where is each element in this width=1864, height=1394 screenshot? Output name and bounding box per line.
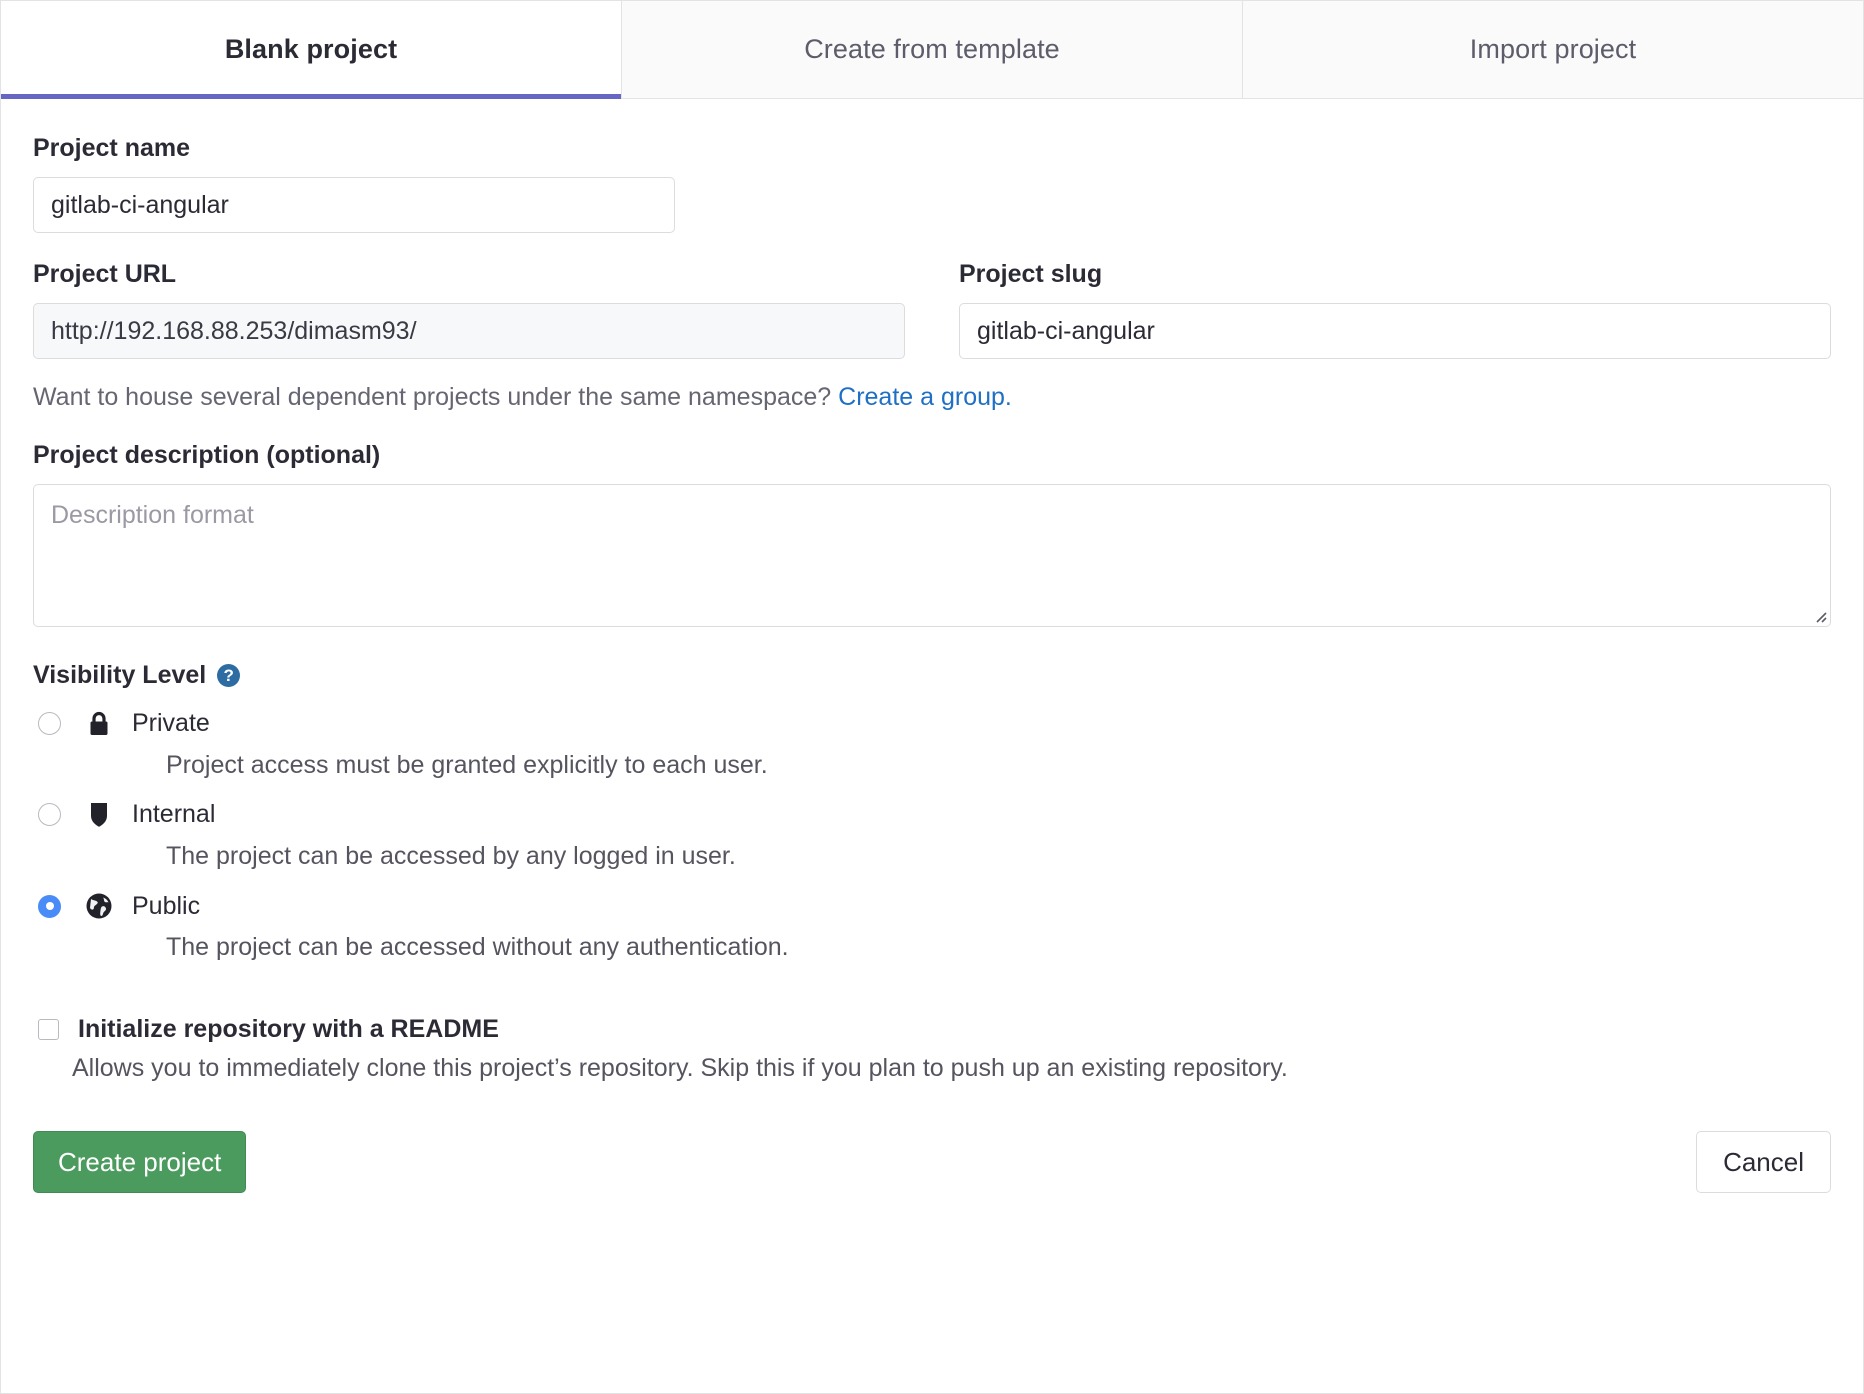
initialize-readme-description: Allows you to immediately clone this pro…	[72, 1054, 1288, 1083]
visibility-option-public-description: The project can be accessed without any …	[166, 933, 789, 961]
project-url-group: Project URL http://192.168.88.253/dimasm…	[33, 259, 905, 359]
project-description-textarea[interactable]	[33, 483, 1831, 627]
lock-icon	[85, 709, 113, 739]
tab-import-project-label: Import project	[1469, 34, 1637, 64]
radio-internal[interactable]	[38, 803, 61, 827]
visibility-level-heading: Visibility Level ?	[33, 661, 1831, 690]
namespace-hint: Want to house several dependent projects…	[33, 381, 1831, 414]
visibility-option-public-label: Public	[132, 891, 201, 920]
tab-create-from-template[interactable]: Create from template	[622, 1, 1243, 98]
initialize-readme-label: Initialize repository with a README	[78, 1015, 499, 1044]
radio-private[interactable]	[38, 712, 61, 735]
shield-icon	[85, 800, 113, 830]
create-project-card: Blank project Create from template Impor…	[0, 0, 1864, 1394]
project-slug-input[interactable]	[959, 303, 1831, 359]
project-name-input[interactable]	[33, 177, 675, 233]
tab-blank-project-label: Blank project	[224, 34, 398, 64]
project-description-label: Project description (optional)	[33, 440, 381, 469]
namespace-hint-text: Want to house several dependent projects…	[33, 383, 832, 411]
project-description-wrapper	[33, 483, 1831, 627]
create-a-group-link[interactable]: Create a group.	[838, 383, 1012, 411]
visibility-option-private-label: Private	[132, 709, 210, 737]
form-actions: Create project Cancel	[33, 1130, 1831, 1229]
project-type-tabs: Blank project Create from template Impor…	[1, 1, 1863, 99]
project-form: Project name Project URL http://192.168.…	[1, 99, 1863, 1393]
initialize-readme-group: Initialize repository with a README Allo…	[33, 1015, 1831, 1084]
project-url-input[interactable]: http://192.168.88.253/dimasm93/	[33, 303, 905, 359]
visibility-option-internal-description: The project can be accessed by any logge…	[166, 841, 736, 870]
question-mark-circle-icon[interactable]: ?	[217, 663, 241, 687]
initialize-readme-row[interactable]: Initialize repository with a README	[33, 1015, 1831, 1044]
checkbox-initialize-readme[interactable]	[38, 1019, 59, 1041]
radio-public[interactable]	[38, 894, 61, 918]
tab-create-from-template-label: Create from template	[804, 34, 1060, 64]
visibility-level-title: Visibility Level	[33, 660, 207, 689]
create-project-button[interactable]: Create project	[33, 1130, 247, 1193]
visibility-option-public[interactable]: Public The project can be accessed witho…	[33, 888, 1831, 963]
project-url-label: Project URL	[33, 260, 177, 288]
tab-import-project[interactable]: Import project	[1243, 1, 1863, 98]
visibility-option-private[interactable]: Private Project access must be granted e…	[33, 706, 1831, 781]
project-description-group: Project description (optional)	[33, 440, 1831, 627]
globe-icon	[85, 891, 113, 921]
project-slug-group: Project slug	[959, 259, 1831, 359]
visibility-option-internal-label: Internal	[132, 800, 216, 829]
tab-blank-project[interactable]: Blank project	[1, 1, 622, 99]
project-name-label: Project name	[33, 134, 191, 162]
url-slug-row: Project URL http://192.168.88.253/dimasm…	[33, 259, 1831, 359]
project-slug-label: Project slug	[959, 260, 1103, 288]
cancel-button[interactable]: Cancel	[1696, 1130, 1831, 1193]
visibility-option-private-description: Project access must be granted explicitl…	[166, 750, 768, 779]
visibility-option-internal[interactable]: Internal The project can be accessed by …	[33, 797, 1831, 872]
visibility-option-private-row: Private	[33, 706, 1831, 742]
visibility-option-internal-row: Internal	[33, 797, 1831, 833]
visibility-option-public-row: Public	[33, 888, 1831, 924]
